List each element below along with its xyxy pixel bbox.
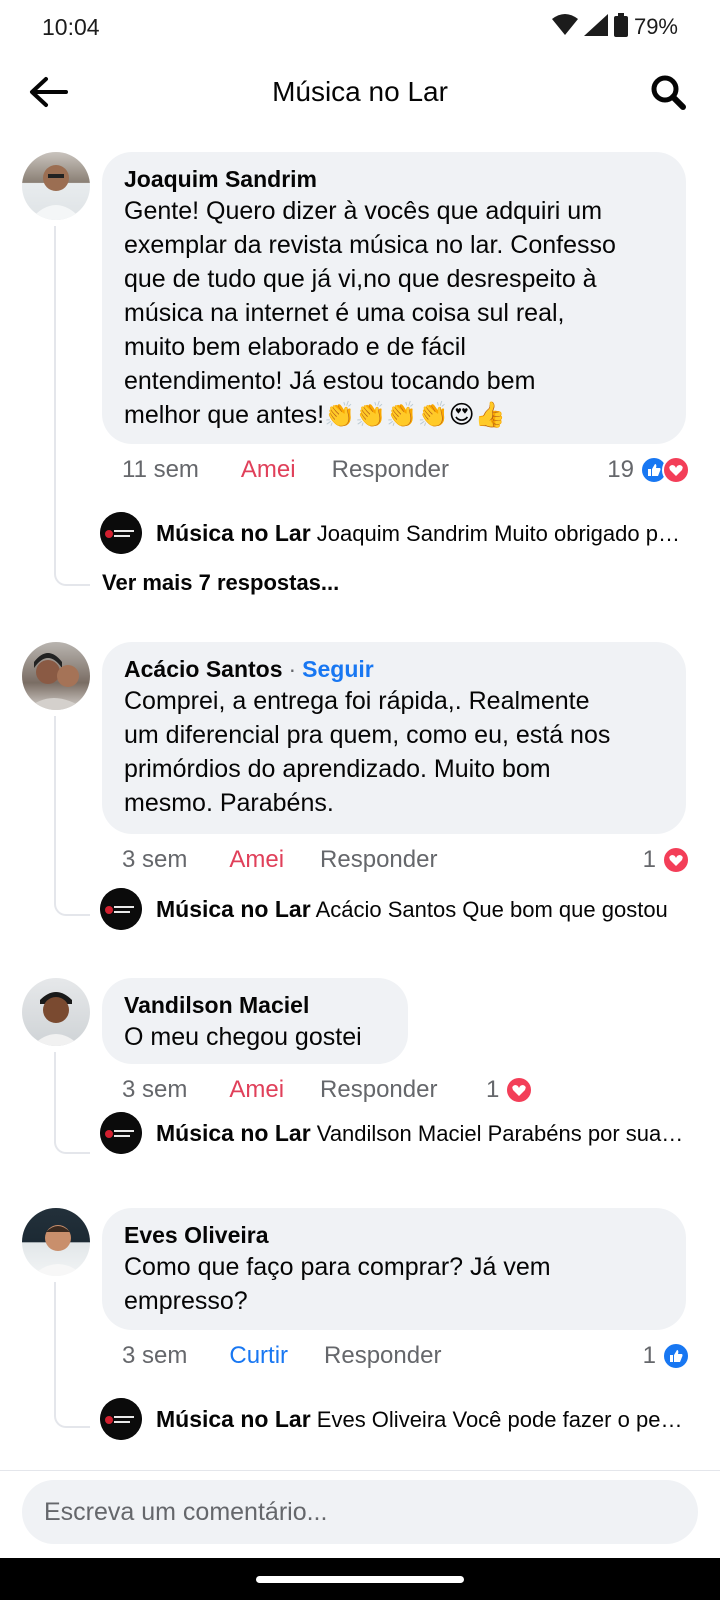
love-button[interactable]: Amei xyxy=(241,456,296,484)
system-nav-bar xyxy=(0,1558,720,1600)
reply-text: Eves Oliveira Você pode fazer o pedido p… xyxy=(316,1406,686,1432)
reply-text: Acácio Santos Que bom que gostou xyxy=(315,896,668,922)
comment-actions: 3 sem Curtir Responder xyxy=(122,1338,441,1374)
reaction-summary[interactable]: 19 xyxy=(607,452,690,488)
reply-button[interactable]: Responder xyxy=(324,1342,441,1370)
comment-bubble[interactable]: Eves Oliveira Como que faço para comprar… xyxy=(102,1208,686,1330)
comment-item: Acácio Santos · Seguir Comprei, a entrega … xyxy=(0,640,720,950)
reaction-summary[interactable]: 1 xyxy=(643,1338,690,1374)
reply-snippet: Música no Lar Vandilson Maciel Parabéns … xyxy=(156,1120,686,1147)
battery-icon xyxy=(613,12,628,42)
reply-text: Vandilson Maciel Parabéns por sua compra xyxy=(316,1120,686,1146)
page-title: Música no Lar xyxy=(272,76,448,107)
comment-text: Como que faço para comprar? Já vem empre… xyxy=(124,1253,551,1315)
comment-bubble[interactable]: Acácio Santos · Seguir Comprei, a entrega … xyxy=(102,642,686,834)
home-gesture-handle[interactable] xyxy=(256,1576,464,1583)
comment-time: 3 sem xyxy=(122,1076,188,1103)
reaction-summary[interactable]: 1 xyxy=(643,842,690,878)
comment-time: 11 sem xyxy=(122,456,199,483)
love-button[interactable]: Amei xyxy=(229,846,284,874)
comment-actions: 11 sem Amei Responder xyxy=(122,452,449,488)
comment-time: 3 sem xyxy=(122,846,188,873)
avatar[interactable] xyxy=(22,642,90,710)
reply-author: Música no Lar xyxy=(156,519,311,546)
comment-author[interactable]: Joaquim Sandrim xyxy=(124,164,666,194)
signal-icon xyxy=(583,13,608,41)
reply-preview[interactable]: Música no Lar Vandilson Maciel Parabéns … xyxy=(100,1110,700,1156)
comment-author[interactable]: Vandilson Maciel xyxy=(124,990,388,1020)
page-avatar xyxy=(100,1112,142,1154)
thread-line xyxy=(54,1052,90,1154)
page-avatar xyxy=(100,512,142,554)
follow-button[interactable]: Seguir xyxy=(302,656,374,682)
comment-text: O meu chegou gostei xyxy=(124,1023,362,1051)
reply-preview[interactable]: Música no Lar Eves Oliveira Você pode fa… xyxy=(100,1396,700,1442)
reply-button[interactable]: Responder xyxy=(320,1076,437,1104)
app-header: Música no Lar xyxy=(0,56,720,132)
reply-preview[interactable]: Música no Lar Acácio Santos Que bom que … xyxy=(100,886,700,932)
page-avatar xyxy=(100,888,142,930)
reply-text: Joaquim Sandrim Muito obrigado pelo seu … xyxy=(316,520,686,546)
thumbs-up-icon xyxy=(662,1342,690,1370)
comment-item: Eves Oliveira Como que faço para comprar… xyxy=(0,1206,720,1446)
heart-icon xyxy=(505,1076,534,1104)
avatar[interactable] xyxy=(22,978,90,1046)
reply-snippet: Música no Lar Joaquim Sandrim Muito obri… xyxy=(156,520,686,547)
status-time: 10:04 xyxy=(42,14,100,40)
comment-item: Joaquim Sandrim Gente! Quero dizer à voc… xyxy=(0,150,720,610)
search-button[interactable] xyxy=(644,70,692,118)
reaction-count: 1 xyxy=(486,1076,500,1103)
reply-preview[interactable]: Música no Lar Joaquim Sandrim Muito obri… xyxy=(100,510,700,556)
thread-line xyxy=(54,226,90,586)
reply-author: Música no Lar xyxy=(156,1119,311,1146)
comment-item: Vandilson Maciel O meu chegou gostei 3 s… xyxy=(0,976,720,1176)
reply-button[interactable]: Responder xyxy=(332,456,449,484)
reaction-summary[interactable]: 1 xyxy=(486,1072,534,1108)
heart-icon xyxy=(662,846,690,874)
comment-author-line: Acácio Santos · Seguir xyxy=(124,654,666,684)
reaction-count: 1 xyxy=(642,1342,656,1369)
love-button[interactable]: Amei xyxy=(229,1076,284,1104)
comment-time: 3 sem xyxy=(122,1342,188,1369)
comment-author[interactable]: Acácio Santos xyxy=(124,656,283,682)
search-icon xyxy=(649,73,687,116)
avatar[interactable] xyxy=(22,1208,90,1276)
battery-level: 79% xyxy=(633,14,678,39)
comment-bubble[interactable]: Joaquim Sandrim Gente! Quero dizer à voc… xyxy=(102,152,686,444)
composer-divider xyxy=(0,1470,720,1471)
comment-actions: 3 sem Amei Responder xyxy=(122,1072,437,1108)
avatar[interactable] xyxy=(22,152,90,220)
page-avatar xyxy=(100,1398,142,1440)
reply-button[interactable]: Responder xyxy=(320,846,437,874)
status-bar: 10:04 79% xyxy=(0,0,720,56)
comment-composer xyxy=(22,1480,698,1544)
reply-author: Música no Lar xyxy=(156,895,311,922)
comment-actions: 3 sem Amei Responder xyxy=(122,842,437,878)
reaction-count: 19 xyxy=(607,456,634,483)
comment-input[interactable] xyxy=(44,1497,676,1527)
separator-dot: · xyxy=(288,656,297,682)
reaction-count: 1 xyxy=(642,846,656,873)
thread-line xyxy=(54,1282,90,1428)
reply-author: Música no Lar xyxy=(156,1405,311,1432)
comment-text: Comprei, a entrega foi rápida,. Realment… xyxy=(124,687,611,817)
comment-text: Gente! Quero dizer à vocês que adquiri u… xyxy=(124,197,616,429)
comment-author[interactable]: Eves Oliveira xyxy=(124,1220,666,1250)
heart-icon xyxy=(662,456,690,484)
comment-bubble[interactable]: Vandilson Maciel O meu chegou gostei xyxy=(102,978,408,1064)
thread-line xyxy=(54,716,90,916)
reply-snippet: Música no Lar Eves Oliveira Você pode fa… xyxy=(156,1406,686,1433)
status-icons: 79% xyxy=(551,12,678,42)
view-more-replies[interactable]: Ver mais 7 respostas... xyxy=(102,570,339,596)
reply-snippet: Música no Lar Acácio Santos Que bom que … xyxy=(156,896,686,923)
like-button[interactable]: Curtir xyxy=(229,1342,288,1370)
wifi-icon xyxy=(551,13,578,41)
